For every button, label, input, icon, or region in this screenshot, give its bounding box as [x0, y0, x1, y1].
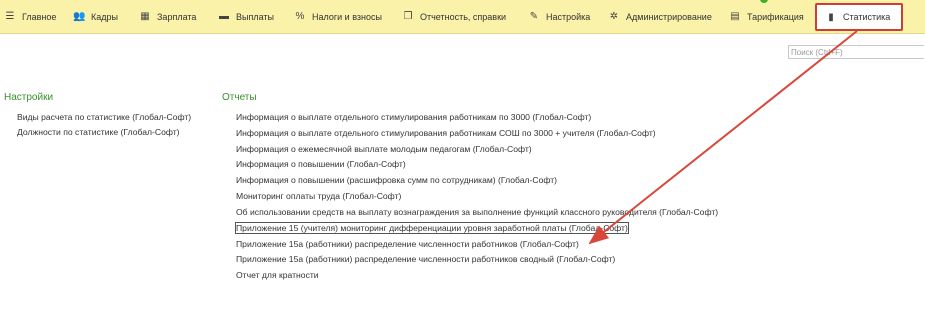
report-item[interactable]: Информация о выплате отдельного стимулир… [236, 128, 656, 138]
percent-icon: % [295, 11, 305, 22]
menu-item-label: Кадры [91, 11, 118, 22]
card-icon: ▬ [219, 11, 229, 22]
menu-item-label: Отчетность, справки [420, 11, 507, 22]
menu-item-tariffication[interactable]: ▤ Тарификация [729, 0, 804, 33]
documents-icon: ❐ [403, 11, 413, 22]
report-item[interactable]: Информация о повышении (Глобал-Софт) [236, 159, 406, 169]
bar-chart-icon: ▮ [828, 11, 834, 23]
gear-icon: ✲ [609, 11, 619, 22]
menu-item-label: Налоги и взносы [312, 11, 382, 22]
menu-item-label: Тарификация [747, 11, 804, 22]
reports-section-title: Отчеты [222, 92, 257, 103]
calculator-icon: ▦ [140, 11, 150, 22]
menu-item-taxes[interactable]: % Налоги и взносы [294, 0, 382, 33]
menu-item-reporting[interactable]: ❐ Отчетность, справки [402, 0, 507, 33]
settings-item-positions[interactable]: Должности по статистике (Глобал-Софт) [17, 127, 180, 137]
menu-item-label: Администрирование [626, 11, 712, 22]
tariff-doc-icon: ▤ [730, 11, 740, 22]
annotation-overlay [588, 30, 858, 245]
people-icon: 👥 [73, 11, 86, 22]
menu-item-personnel[interactable]: 👥 Кадры [73, 0, 118, 33]
report-item[interactable]: Об использовании средств на выплату возн… [236, 207, 718, 217]
search-input[interactable] [788, 45, 924, 59]
menu-item-label: Зарплата [157, 11, 197, 22]
menu-item-payments[interactable]: ▬ Выплаты [218, 0, 274, 33]
list-icon: ☰ [5, 11, 15, 22]
menu-item-main[interactable]: ☰ Главное [4, 0, 57, 33]
report-item[interactable]: Информация о повышении (расшифровка сумм… [236, 175, 557, 185]
menu-item-settings[interactable]: ✎ Настройка [528, 0, 591, 33]
report-item[interactable]: Информация о выплате отдельного стимулир… [236, 112, 591, 122]
report-item[interactable]: Приложение 15а (работники) распределение… [236, 239, 579, 249]
top-menu-bar: ☰ Главное 👥 Кадры ▦ Зарплата ▬ Выплаты %… [0, 0, 925, 34]
menu-item-salary[interactable]: ▦ Зарплата [139, 0, 196, 33]
report-item[interactable]: Информация о ежемесячной выплате молодым… [236, 144, 532, 154]
report-item[interactable]: Приложение 15а (работники) распределение… [236, 254, 615, 264]
report-item-highlighted[interactable]: Приложение 15 (учителя) мониторинг диффе… [235, 222, 629, 234]
wrench-icon: ✎ [529, 11, 539, 22]
settings-item-calc-types[interactable]: Виды расчета по статистике (Глобал-Софт) [17, 112, 191, 122]
settings-section-title: Настройки [4, 92, 54, 103]
menu-item-statistics[interactable]: ▮ Статистика [815, 3, 903, 31]
report-item[interactable]: Мониторинг оплаты труда (Глобал-Софт) [236, 191, 401, 201]
menu-item-label: Настройка [546, 11, 591, 22]
menu-item-label: Выплаты [236, 11, 274, 22]
menu-item-label: Статистика [843, 12, 891, 22]
report-item[interactable]: Отчет для кратности [236, 270, 319, 280]
menu-item-label: Главное [22, 11, 57, 22]
menu-item-administration[interactable]: ✲ Администрирование [608, 0, 712, 33]
